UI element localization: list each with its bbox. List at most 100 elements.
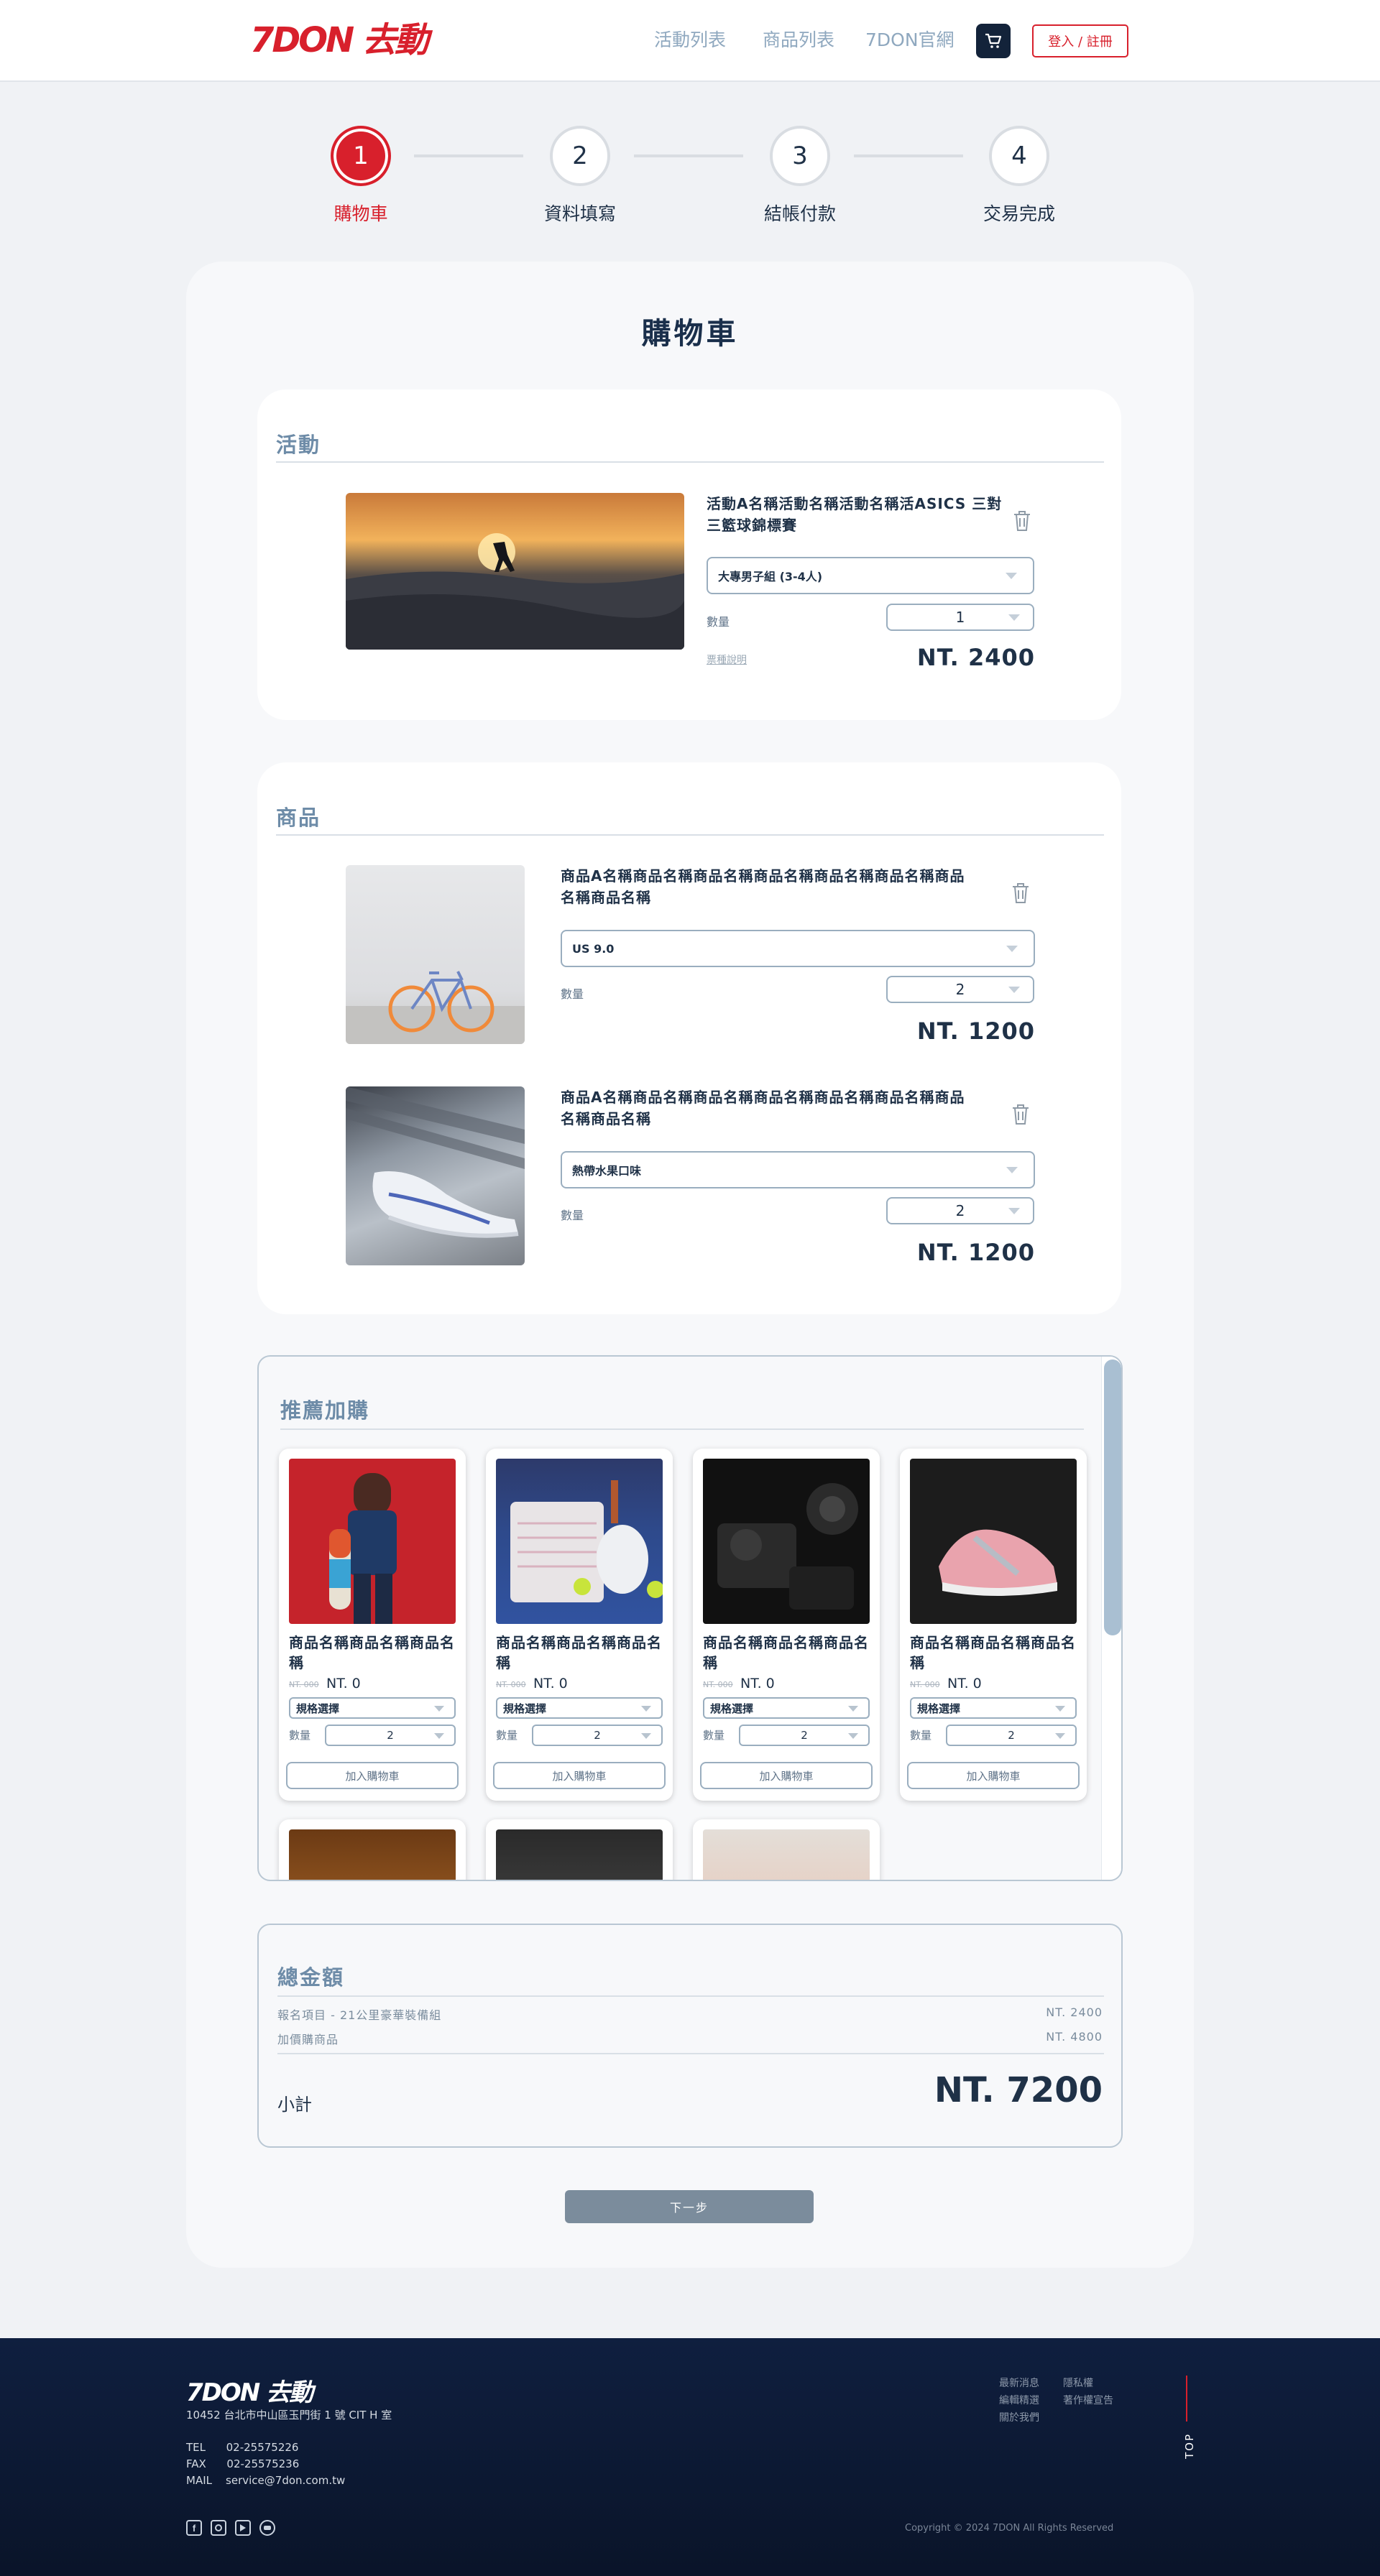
- recommended-item-spec-select[interactable]: 規格選擇: [703, 1697, 870, 1719]
- qty-value: 2: [594, 1729, 601, 1742]
- footer-link-copyright[interactable]: 著作權宣告: [1063, 2393, 1113, 2407]
- activity-image: [346, 493, 684, 650]
- cart-button[interactable]: [976, 24, 1011, 58]
- instagram-icon: [215, 2524, 222, 2531]
- trash-icon: [1013, 883, 1029, 903]
- facebook-link[interactable]: f: [186, 2520, 202, 2536]
- recommended-item-spec-select[interactable]: 規格選擇: [910, 1697, 1077, 1719]
- activity-qty-select[interactable]: 1: [886, 604, 1034, 631]
- step-1-circle: 1: [331, 126, 391, 186]
- recommended-item-qty-select[interactable]: 2: [946, 1725, 1077, 1746]
- qty-label: 數量: [707, 615, 730, 629]
- activity-group-select[interactable]: 大專男子組 (3-4人): [707, 557, 1034, 594]
- total-row-value: NT. 2400: [1046, 2005, 1103, 2019]
- scrollbar-thumb[interactable]: [1104, 1359, 1121, 1635]
- line-link[interactable]: [259, 2520, 275, 2536]
- recommended-item-card: 商品名稱商品名稱商品名稱 NT. 000 NT. 0 規格選擇 數量 2 加入購…: [900, 1449, 1087, 1801]
- qty-label: 數量: [703, 1729, 725, 1742]
- footer-logo: 7DON 去動: [186, 2378, 313, 2407]
- product-1-option-select[interactable]: US 9.0: [561, 930, 1035, 967]
- youtube-link[interactable]: [235, 2520, 251, 2536]
- product-1-title: 商品A名稱商品名稱商品名稱商品名稱商品名稱商品名稱商品名稱商品名稱: [561, 867, 965, 906]
- chevron-down-icon: [434, 1733, 444, 1739]
- recommended-item-spec-select[interactable]: 規格選擇: [496, 1697, 663, 1719]
- footer-link-about[interactable]: 關於我們: [999, 2410, 1039, 2424]
- qty-label: 數量: [910, 1729, 932, 1742]
- recommended-item-card: [486, 1819, 673, 1880]
- product-1-option-value: US 9.0: [572, 941, 615, 956]
- recommended-item-old-price: NT. 000: [910, 1680, 940, 1689]
- nav-official-site[interactable]: 7DON官網: [865, 29, 954, 51]
- recommended-item-card: 商品名稱商品名稱商品名稱 NT. 000 NT. 0 規格選擇 數量 2 加入購…: [693, 1449, 880, 1801]
- trash-icon: [1014, 511, 1030, 531]
- site-header: 7DON 去動 活動列表 商品列表 7DON官網 登入 / 註冊: [0, 0, 1380, 82]
- activity-price: NT. 2400: [916, 644, 1035, 671]
- recommended-item-name: 商品名稱商品名稱商品名稱: [910, 1634, 1076, 1671]
- chevron-down-icon: [641, 1706, 651, 1712]
- divider: [277, 2053, 1104, 2054]
- add-to-cart-button[interactable]: 加入購物車: [286, 1762, 459, 1789]
- nav-activity-list[interactable]: 活動列表: [654, 29, 726, 51]
- nav-product-list[interactable]: 商品列表: [763, 29, 834, 51]
- bicycle-image: [346, 971, 525, 1044]
- next-step-button[interactable]: 下一步: [565, 2190, 814, 2223]
- login-register-button[interactable]: 登入 / 註冊: [1032, 24, 1128, 57]
- recommended-item-price: NT. 0: [326, 1676, 361, 1691]
- product-1-image: [346, 865, 525, 1044]
- recommended-item-qty-select[interactable]: 2: [325, 1725, 456, 1746]
- chevron-down-icon: [1006, 573, 1017, 579]
- product-2-price: NT. 1200: [916, 1239, 1035, 1266]
- recommended-section[interactable]: 推薦加購 商品名稱商品名稱商品名稱 NT. 000 NT. 0 規格選擇 數量 …: [257, 1355, 1123, 1881]
- chevron-down-icon: [1008, 987, 1020, 993]
- recommended-item-qty-select[interactable]: 2: [532, 1725, 663, 1746]
- instagram-link[interactable]: [211, 2520, 226, 2536]
- activity-section-title: 活動: [276, 433, 321, 457]
- recommended-item-price: NT. 0: [533, 1676, 568, 1691]
- chevron-down-icon: [1006, 946, 1018, 952]
- add-to-cart-button[interactable]: 加入購物車: [907, 1762, 1080, 1789]
- step-connector: [634, 154, 743, 157]
- qty-value: 1: [955, 609, 965, 626]
- product-1-qty-select[interactable]: 2: [886, 976, 1034, 1003]
- delete-product-1-button[interactable]: [1010, 881, 1031, 905]
- qty-value: 2: [955, 1202, 965, 1219]
- add-to-cart-button[interactable]: 加入購物車: [493, 1762, 666, 1789]
- recommended-item-image: [703, 1829, 870, 1880]
- recommended-item-image: [289, 1459, 456, 1624]
- spec-value: 規格選擇: [917, 1702, 961, 1715]
- skater-image: [329, 1473, 397, 1624]
- product-2-qty-select[interactable]: 2: [886, 1197, 1034, 1224]
- add-to-cart-button[interactable]: 加入購物車: [700, 1762, 873, 1789]
- chevron-down-icon: [1006, 1167, 1018, 1173]
- spec-value: 規格選擇: [503, 1702, 547, 1715]
- recommended-item-old-price: NT. 000: [496, 1680, 526, 1689]
- pickleball-bag-image: [510, 1480, 663, 1602]
- qty-label: 數量: [496, 1729, 518, 1742]
- footer-link-privacy[interactable]: 隱私權: [1063, 2376, 1093, 2390]
- recommended-item-image: [496, 1459, 663, 1624]
- delete-activity-button[interactable]: [1011, 509, 1033, 533]
- recommended-item-qty-select[interactable]: 2: [739, 1725, 870, 1746]
- qty-value: 2: [387, 1729, 394, 1742]
- recommended-item-spec-select[interactable]: 規格選擇: [289, 1697, 456, 1719]
- subtotal-label: 小計: [277, 2095, 312, 2115]
- footer-address: 10452 台北市中山區玉門街 1 號 CIT H 室: [186, 2409, 392, 2422]
- delete-product-2-button[interactable]: [1010, 1102, 1031, 1127]
- back-to-top-button[interactable]: TOP: [1183, 2433, 1196, 2459]
- qty-value: 2: [801, 1729, 808, 1742]
- youtube-icon: [240, 2524, 246, 2531]
- skatepark-sunset-image: [346, 533, 684, 650]
- footer-link-news[interactable]: 最新消息: [999, 2376, 1039, 2390]
- ticket-info-link[interactable]: 票種說明: [707, 652, 747, 667]
- step-3-circle: 3: [770, 126, 830, 186]
- products-section-title: 商品: [276, 805, 321, 830]
- spec-value: 規格選擇: [296, 1702, 340, 1715]
- footer-link-editor-picks[interactable]: 編輯精選: [999, 2393, 1039, 2407]
- recommended-item-card: [279, 1819, 466, 1880]
- site-logo[interactable]: 7DON 去動: [250, 23, 429, 57]
- step-2-circle: 2: [550, 126, 610, 186]
- footer-fax: FAX 02-25575236: [186, 2457, 300, 2470]
- product-2-option-select[interactable]: 熱帶水果口味: [561, 1151, 1035, 1188]
- product-1-price: NT. 1200: [916, 1017, 1035, 1045]
- total-row-label: 報名項目 - 21公里豪華裝備組: [277, 2008, 442, 2022]
